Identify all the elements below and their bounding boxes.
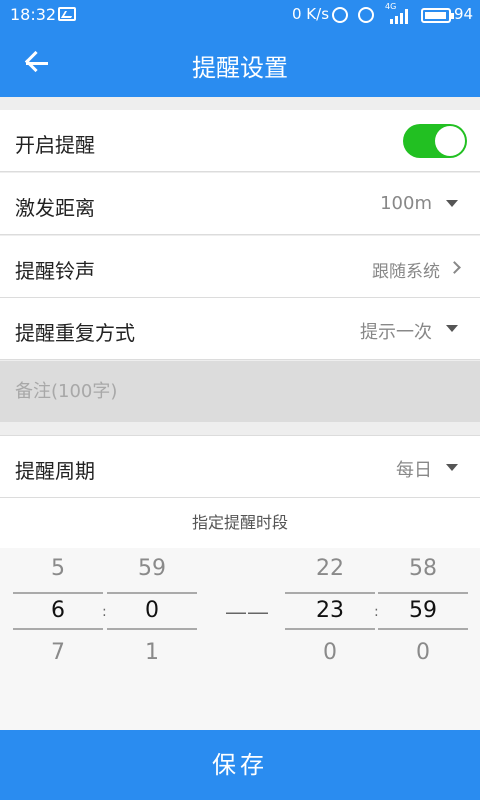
message-icon (58, 7, 76, 21)
ringtone-value: 跟随系统 (372, 262, 440, 282)
end-minute-prev: 58 (409, 556, 437, 581)
trigger-distance-label: 激发距离 (15, 196, 95, 220)
battery-level: 94 (454, 5, 474, 23)
caret-down-icon (446, 200, 458, 207)
repeat-mode-row[interactable]: 提醒重复方式 提示一次 (0, 298, 480, 360)
end-hour-selected: 23 (285, 592, 375, 630)
start-hour-prev: 5 (51, 556, 65, 581)
start-hour-next: 7 (51, 640, 65, 665)
start-minute-prev: 59 (138, 556, 166, 581)
start-minute-picker[interactable]: 59 0 1 (107, 548, 197, 730)
period-row[interactable]: 提醒周期 每日 (0, 435, 480, 498)
alarm-icon (358, 7, 374, 23)
period-value: 每日 (396, 460, 432, 481)
enable-reminder-toggle[interactable] (403, 124, 467, 158)
caret-down-icon (446, 325, 458, 332)
end-minute-picker[interactable]: 58 59 0 (378, 548, 468, 730)
start-minute-next: 1 (145, 640, 159, 665)
status-bar: 18:32 0 K/s 4G 94 (0, 0, 480, 30)
caret-down-icon (446, 464, 458, 471)
ringtone-row[interactable]: 提醒铃声 跟随系统 (0, 236, 480, 298)
location-icon (332, 7, 348, 23)
page-title: 提醒设置 (192, 54, 288, 82)
network-speed: 0 K/s (292, 5, 330, 23)
end-minute-next: 0 (416, 640, 430, 665)
time-range-separator: ―― (226, 600, 270, 624)
start-hour-selected: 6 (13, 592, 103, 630)
time-range-picker: 5 6 7 : 59 0 1 ―― 22 23 0 : 58 59 0 (0, 548, 480, 730)
start-hour-picker[interactable]: 5 6 7 (13, 548, 103, 730)
signal-icon (388, 8, 410, 24)
start-minute-selected: 0 (107, 592, 197, 630)
ringtone-label: 提醒铃声 (15, 259, 95, 283)
note-field-container (0, 361, 480, 422)
status-time: 18:32 (10, 5, 57, 24)
time-range-title: 指定提醒时段 (0, 498, 480, 548)
end-hour-picker[interactable]: 22 23 0 (285, 548, 375, 730)
repeat-mode-value: 提示一次 (360, 322, 432, 343)
repeat-mode-label: 提醒重复方式 (15, 321, 135, 345)
trigger-distance-row[interactable]: 激发距离 100m (0, 173, 480, 235)
enable-reminder-row: 开启提醒 (0, 110, 480, 172)
trigger-distance-value: 100m (380, 193, 432, 214)
end-hour-next: 0 (323, 640, 337, 665)
start-colon: : (102, 604, 107, 620)
enable-reminder-label: 开启提醒 (15, 133, 95, 157)
end-minute-selected: 59 (378, 592, 468, 630)
toggle-knob (435, 126, 465, 156)
period-label: 提醒周期 (15, 459, 95, 483)
battery-icon (421, 8, 454, 23)
end-hour-prev: 22 (316, 556, 344, 581)
chevron-right-icon (448, 261, 461, 274)
note-input[interactable] (0, 361, 480, 422)
app-bar: 提醒设置 (0, 30, 480, 97)
save-button[interactable]: 保存 (0, 730, 480, 800)
